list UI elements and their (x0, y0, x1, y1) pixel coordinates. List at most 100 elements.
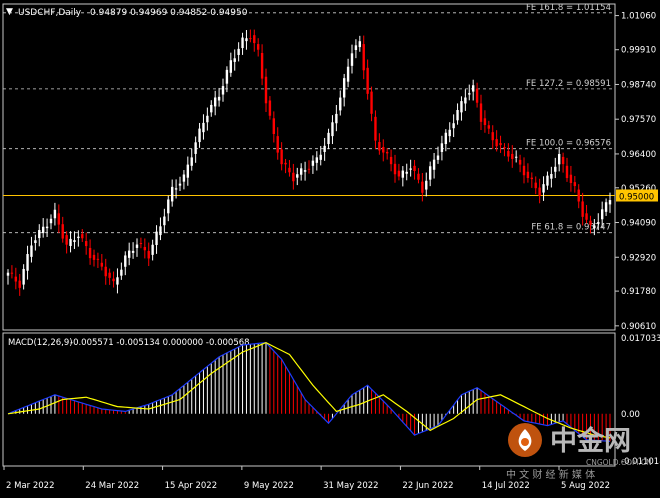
candle-body (339, 97, 342, 111)
candle-body (452, 123, 455, 129)
candle-body (487, 125, 491, 129)
candle-body (358, 41, 362, 48)
candle-body (6, 272, 10, 276)
candle-body (221, 86, 225, 95)
collapse-arrow-icon: ▼ (6, 7, 13, 17)
current-price-label: 0.95000 (619, 193, 654, 203)
x-tick-label: 22 Jun 2022 (402, 481, 453, 491)
candle-body (495, 139, 498, 147)
candle-body (272, 118, 276, 134)
x-tick-label: 14 Jul 2022 (482, 481, 530, 491)
candle-body (432, 159, 436, 170)
candle-body (542, 184, 545, 193)
y-tick-label: 0.92920 (621, 253, 656, 263)
candle-body (225, 69, 229, 84)
candle-body (233, 58, 236, 62)
candle-body (428, 166, 432, 180)
candle-body (514, 156, 518, 158)
candle-body (202, 122, 205, 133)
candle-body (362, 44, 365, 71)
candle-body (61, 224, 64, 239)
candle-body (264, 76, 268, 104)
candle-body (475, 88, 479, 103)
candle-body (405, 171, 408, 174)
candle-body (124, 255, 127, 267)
candle-body (57, 213, 61, 225)
candle-body (565, 165, 569, 179)
candle-body (268, 100, 272, 116)
candle-body (604, 202, 608, 212)
candle-body (577, 189, 580, 202)
candle-body (561, 156, 565, 165)
x-tick-label: 5 Aug 2022 (561, 481, 610, 491)
candle-body (346, 66, 350, 82)
candle-body (249, 38, 252, 40)
candle-body (96, 258, 100, 260)
candle-body (315, 157, 319, 163)
candle-body (389, 156, 393, 165)
candle-body (385, 151, 389, 154)
candle-body (84, 241, 88, 247)
macd-y-tick-label: 0.017033 (621, 334, 660, 344)
candle-body (354, 45, 358, 51)
candle-body (499, 143, 502, 146)
candle-body (382, 147, 385, 153)
candle-body (581, 201, 584, 217)
candle-body (440, 143, 444, 152)
candle-body (135, 244, 139, 248)
macd-title: MACD(12,26,9) (8, 338, 73, 348)
candle-body (276, 136, 279, 153)
candle-body (538, 187, 541, 196)
candle-body (393, 163, 397, 175)
candle-body (30, 245, 33, 257)
candle-body (471, 85, 475, 92)
candle-body (569, 174, 573, 184)
fib-level-label: FE 61.8 = 0.93747 (531, 223, 611, 233)
candle-body (288, 167, 291, 173)
x-tick-label: 15 Apr 2022 (165, 481, 218, 491)
candle-body (38, 230, 41, 239)
candle-body (210, 104, 213, 113)
candle-body (600, 209, 604, 220)
candle-body (421, 181, 424, 193)
candle-body (483, 118, 487, 126)
candle-body (81, 234, 84, 239)
candle-body (342, 78, 346, 98)
candle-body (585, 213, 588, 220)
candle-body (260, 52, 264, 79)
candle-body (45, 226, 49, 229)
candle-body (518, 159, 522, 165)
candle-body (206, 115, 209, 123)
candle-body (464, 97, 467, 104)
candle-body (178, 183, 182, 186)
candle-body (41, 226, 45, 234)
candle-body (401, 170, 405, 178)
candle-body (479, 103, 483, 122)
candle-body (139, 243, 143, 245)
candle-body (194, 142, 197, 154)
y-tick-label: 0.91780 (621, 287, 656, 297)
candle-body (397, 170, 401, 177)
candle-body (217, 96, 221, 101)
y-tick-label: 0.97570 (621, 115, 656, 125)
candle-body (143, 246, 147, 251)
candle-body (331, 122, 334, 137)
candle-body (159, 226, 162, 236)
candle-body (245, 38, 248, 42)
candle-body (468, 93, 471, 95)
macd-values: -0.005571 -0.005134 0.000000 -0.000568 (70, 338, 250, 348)
candle-body (550, 173, 553, 179)
candle-body (350, 53, 354, 66)
candle-body (593, 225, 596, 229)
candle-body (374, 116, 377, 141)
candle-body (366, 67, 369, 94)
candle-body (112, 278, 115, 282)
y-tick-label: 0.96400 (621, 150, 656, 160)
candle-body (34, 240, 37, 244)
candle-body (10, 272, 14, 274)
candle-body (22, 268, 25, 285)
y-tick-label: 0.94090 (621, 219, 656, 229)
candle-body (573, 182, 577, 187)
candle-body (53, 209, 57, 219)
candle-body (526, 171, 530, 179)
